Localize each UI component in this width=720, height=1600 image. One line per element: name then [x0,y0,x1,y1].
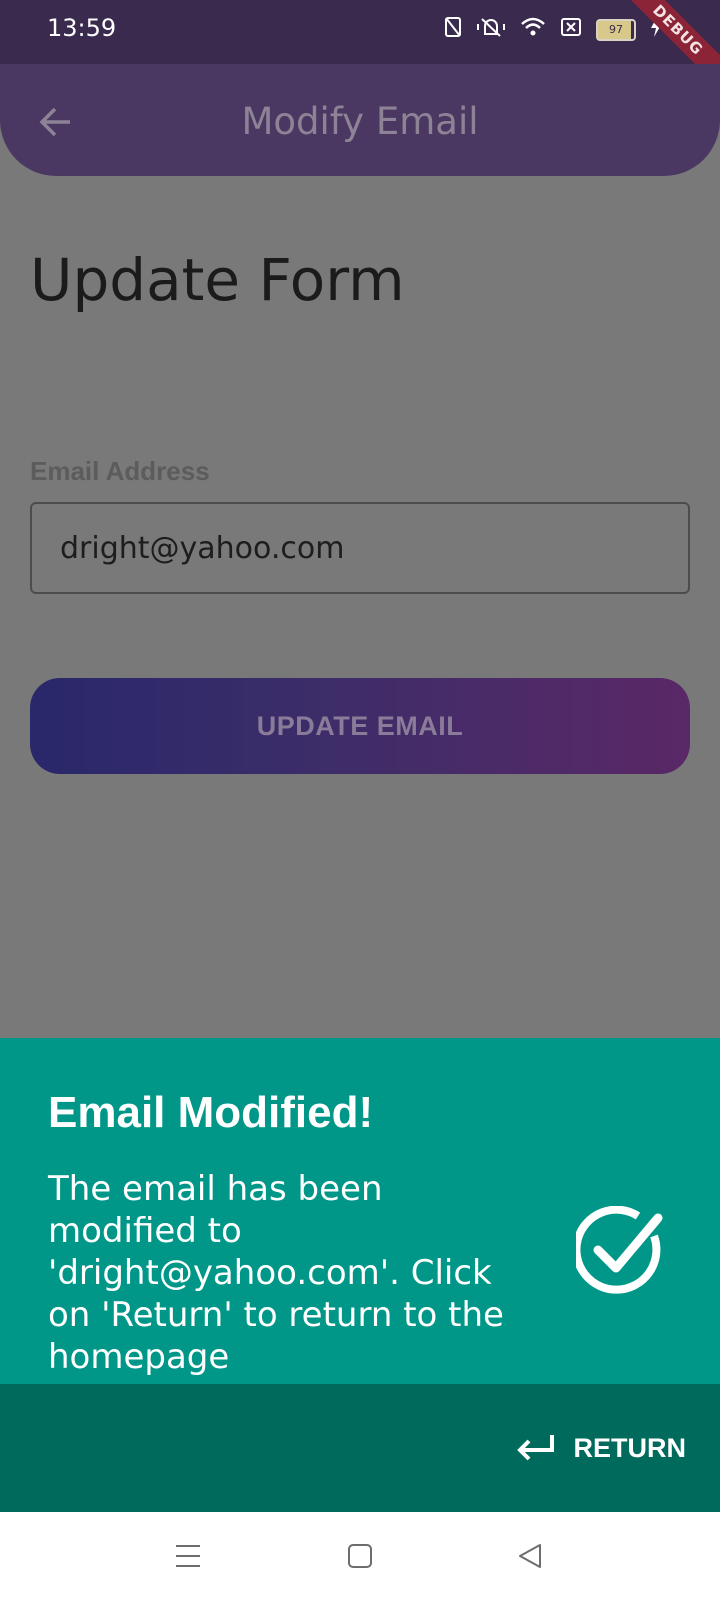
check-circle-icon [576,1206,663,1294]
email-label: Email Address [30,456,210,486]
form-heading: Update Form [30,246,405,314]
snackbar-action-bar: RETURN [0,1384,720,1512]
back-nav-button[interactable] [516,1542,544,1570]
system-nav-bar [0,1512,720,1600]
app-bar: Modify Email [0,64,720,176]
snackbar-title: Email Modified! [48,1088,374,1137]
snackbar-message: The email has been modified to 'dright@y… [48,1169,504,1377]
home-icon [348,1544,372,1568]
update-email-button[interactable]: UPDATE EMAIL [30,678,690,774]
back-icon [519,1544,541,1568]
status-bar: 13:59 97 DEBUG [0,0,720,96]
wifi-icon [520,16,546,43]
sim-icon [560,16,582,43]
menu-button[interactable] [174,1542,202,1570]
success-snackbar: Email Modified! The email has been modif… [0,1038,720,1384]
return-label: RETURN [573,1432,687,1463]
return-button[interactable]: RETURN [514,1424,687,1472]
home-button[interactable] [346,1542,374,1570]
email-field[interactable] [30,502,690,594]
status-time: 13:59 [47,14,117,42]
nfc-icon [444,16,462,43]
page-title: Modify Email [241,100,479,143]
status-icons: 97 [444,16,662,43]
vibrate-icon [476,16,506,43]
battery-icon: 97 [596,18,636,41]
return-arrow-icon [516,1435,554,1461]
menu-icon [176,1545,200,1567]
